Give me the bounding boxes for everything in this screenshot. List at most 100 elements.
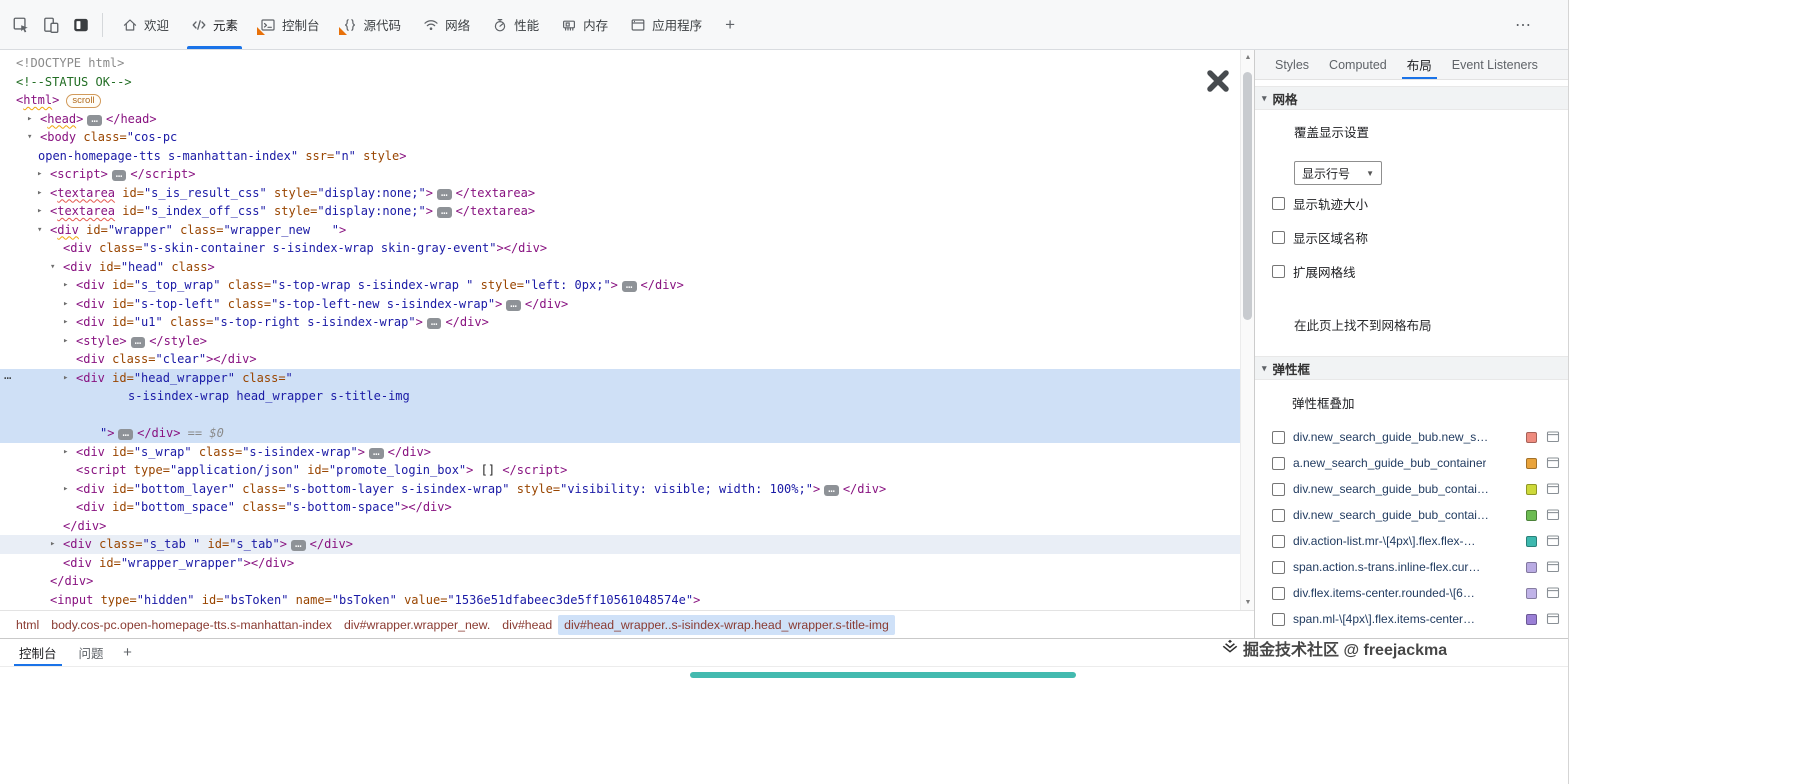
flex-overlay-selector[interactable]: div.action-list.mr-\[4px\].flex.flex-… [1293, 534, 1475, 548]
tab-performance[interactable]: 性能 [481, 0, 550, 49]
expand-inline-button[interactable]: … [130, 335, 146, 348]
dom-tree-row[interactable]: </div> [0, 517, 1254, 536]
dock-panel-icon[interactable] [70, 14, 92, 36]
expand-inline-button[interactable]: … [369, 446, 384, 459]
expand-inline-button[interactable]: … [506, 298, 521, 311]
expand-arrow-icon[interactable]: ▸ [37, 184, 42, 203]
flex-overlay-checkbox[interactable] [1272, 612, 1285, 626]
node-actions-gutter[interactable]: ⋯ [4, 369, 12, 388]
sidebar-tab-event-listeners[interactable]: Event Listeners [1442, 50, 1548, 79]
device-toolbar-icon[interactable] [40, 14, 62, 36]
tab-console[interactable]: 控制台 [249, 0, 331, 49]
tab-sources[interactable]: 源代码 [331, 0, 413, 49]
dom-tree-row[interactable]: ▸ <textarea id="s_index_off_css" style="d… [0, 202, 1254, 221]
dom-tree-row[interactable]: s-isindex-wrap head_wrapper s-title-img [0, 387, 1254, 406]
dom-tree-row[interactable]: ⋯ ▸ <div id="head_wrapper" class=" [0, 368, 1254, 388]
flex-overlay-selector[interactable]: div.new_search_guide_bub.new_s… [1293, 430, 1488, 444]
expand-arrow-icon[interactable]: ▸ [63, 313, 68, 332]
flex-overlay-checkbox[interactable] [1272, 456, 1285, 470]
tab-elements[interactable]: 元素 [180, 0, 249, 49]
expand-arrow-icon[interactable]: ▸ [63, 332, 68, 351]
dom-tree-row[interactable]: <input type="hidden" id="bsToken" name="… [0, 591, 1254, 610]
overlay-icon[interactable] [1546, 560, 1560, 574]
overlay-icon[interactable] [1546, 508, 1560, 522]
dom-tree-row[interactable]: ▸ <head>… </head> [0, 110, 1254, 129]
dom-tree-row[interactable]: ▸ <div id="s-top-left" class="s-top-left-… [0, 295, 1254, 314]
console-drawer-content[interactable] [0, 667, 1568, 784]
flex-overlay-checkbox[interactable] [1272, 508, 1285, 522]
overlay-icon[interactable] [1546, 456, 1560, 470]
scrollbar-thumb[interactable] [1243, 72, 1252, 320]
expand-arrow-icon[interactable]: ▸ [37, 165, 42, 184]
dom-tree-row[interactable]: ▾ <body class="cos-pc [0, 128, 1254, 147]
dom-tree-row[interactable]: ">… </div> == $0 [0, 424, 1254, 443]
expand-inline-button[interactable]: … [87, 113, 102, 126]
flex-overlay-checkbox[interactable] [1272, 534, 1285, 548]
expand-arrow-icon[interactable]: ▸ [50, 535, 55, 554]
flex-overlay-selector[interactable]: div.new_search_guide_bub_contai… [1293, 482, 1489, 496]
drawer-tab-issues[interactable]: 问题 [68, 639, 115, 666]
more-options-button[interactable]: ⋯ [1515, 15, 1532, 35]
overlay-icon[interactable] [1546, 612, 1560, 626]
expand-arrow-icon[interactable]: ▸ [63, 369, 68, 388]
checkbox-extend-lines[interactable] [1272, 265, 1285, 278]
dom-tree-row[interactable]: open-homepage-tts s-manhattan-index" ssr… [0, 147, 1254, 166]
collapse-arrow-icon[interactable]: ▾ [37, 221, 42, 240]
expand-arrow-icon[interactable]: ▸ [27, 110, 32, 129]
dom-tree-row[interactable] [0, 405, 1254, 424]
dom-tree-row[interactable]: <!DOCTYPE html> [0, 54, 1254, 73]
elements-scrollbar[interactable]: ▲ ▼ [1240, 50, 1254, 610]
dom-tree-row[interactable]: <div class="s-skin-container s-isindex-w… [0, 239, 1254, 258]
overlay-icon[interactable] [1546, 586, 1560, 600]
dom-tree-row[interactable]: ▸ <div id="u1" class="s-top-right s-isind… [0, 313, 1254, 332]
dom-tree-row[interactable]: </div> [0, 572, 1254, 591]
collapse-arrow-icon[interactable]: ▾ [50, 258, 55, 277]
expand-inline-button[interactable]: … [111, 168, 127, 181]
expand-arrow-icon[interactable]: ▸ [63, 276, 68, 295]
expand-arrow-icon[interactable]: ▸ [63, 443, 68, 462]
scroll-up-icon[interactable]: ▲ [1241, 54, 1254, 61]
dom-tree-row[interactable]: ▸ <textarea id="s_is_result_css" style="d… [0, 184, 1254, 203]
sidebar-tab-computed[interactable]: Computed [1319, 50, 1397, 79]
dom-tree-row[interactable]: ▸ <div id="s_wrap" class="s-isindex-wrap"… [0, 443, 1254, 462]
tab-application[interactable]: 应用程序 [619, 0, 713, 49]
flex-overlay-checkbox[interactable] [1272, 430, 1285, 444]
scroll-badge[interactable]: scroll [66, 94, 101, 108]
dom-tree-row[interactable]: ▸ <div class="s_tab " id="s_tab"> … </div> [0, 535, 1254, 554]
grid-line-display-select[interactable]: 显示行号 ▼ [1294, 161, 1382, 185]
tab-memory[interactable]: 内存 [550, 0, 619, 49]
expand-arrow-icon[interactable]: ▸ [63, 480, 68, 499]
breadcrumb-item[interactable]: body.cos-pc.open-homepage-tts.s-manhatta… [45, 615, 338, 635]
expand-inline-button[interactable]: … [118, 427, 134, 440]
dom-tree-row[interactable]: <div class="clear"></div> [0, 350, 1254, 369]
dom-tree-row[interactable]: <script type="application/json" id="prom… [0, 461, 1254, 480]
scroll-down-icon[interactable]: ▼ [1241, 599, 1254, 606]
flex-overlay-selector[interactable]: div.flex.items-center.rounded-\[6… [1293, 586, 1475, 600]
dom-tree-row[interactable]: <!--STATUS OK--> [0, 73, 1254, 92]
add-tab-button[interactable]: + [713, 15, 747, 35]
flexbox-section-header[interactable]: ▾ 弹性框 [1255, 356, 1568, 380]
breadcrumb-item[interactable]: html [10, 615, 45, 635]
sidebar-tab-styles[interactable]: Styles [1265, 50, 1319, 79]
grid-section-header[interactable]: ▾ 网格 [1255, 86, 1568, 110]
expand-inline-button[interactable]: … [436, 187, 452, 200]
sidebar-tab-layout[interactable]: 布局 [1397, 50, 1442, 79]
checkbox-area-names[interactable] [1272, 231, 1285, 244]
breadcrumb-item[interactable]: div#wrapper.wrapper_new. [338, 615, 496, 635]
dom-tree-row[interactable]: <div id="bottom_space" class="s-bottom-s… [0, 498, 1254, 517]
flex-overlay-checkbox[interactable] [1272, 482, 1285, 496]
flex-overlay-selector[interactable]: span.action.s-trans.inline-flex.cur… [1293, 560, 1480, 574]
expand-inline-button[interactable]: … [426, 316, 442, 329]
flex-overlay-checkbox[interactable] [1272, 560, 1285, 574]
dom-tree-row[interactable]: ▸ <script>… </script> [0, 165, 1254, 184]
flex-overlay-checkbox[interactable] [1272, 586, 1285, 600]
dom-tree-row[interactable]: <div id="wrapper_wrapper"></div> [0, 554, 1254, 573]
breadcrumb-item[interactable]: div#head_wrapper..s-isindex-wrap.head_wr… [558, 614, 895, 635]
overlay-icon[interactable] [1546, 534, 1560, 548]
overlay-icon[interactable] [1546, 482, 1560, 496]
tab-welcome[interactable]: 欢迎 [111, 0, 180, 49]
dom-tree-row[interactable]: ▾ <div id="head" class> [0, 258, 1254, 277]
drawer-tab-console[interactable]: 控制台 [8, 639, 68, 666]
expand-inline-button[interactable]: … [436, 205, 452, 218]
drawer-add-tab-button[interactable]: + [115, 639, 141, 666]
